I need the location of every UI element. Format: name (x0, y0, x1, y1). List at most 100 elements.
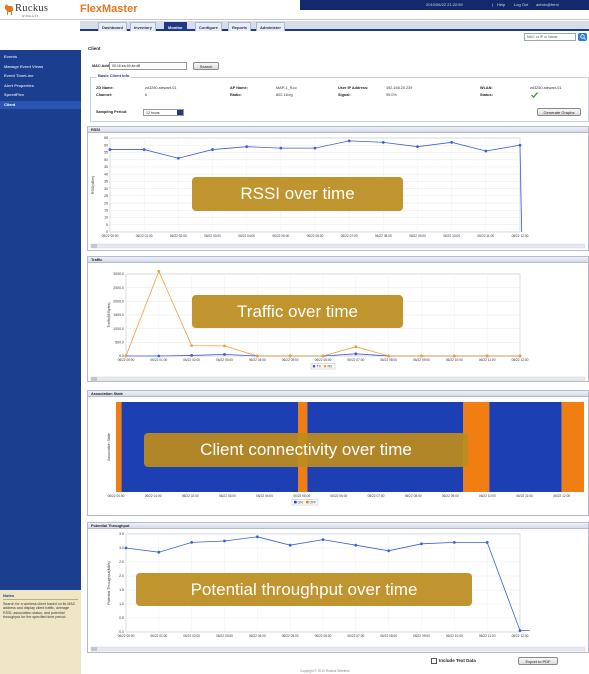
ruckus-dog-icon (5, 4, 13, 15)
x-tick-label: 06/22 03:00 (216, 358, 233, 362)
traffic-overlay-caption: Traffic over time (192, 295, 403, 328)
x-tick-label: 06/22 07:00 (347, 358, 364, 362)
sidebar-item-event-timeline[interactable]: Event TimeLine (0, 72, 81, 80)
horizontal-scrollbar (90, 376, 586, 382)
tab-reports[interactable]: Reports (228, 22, 252, 31)
sidebar-item-events[interactable]: Events (0, 53, 81, 61)
notes-title: Notes (3, 593, 78, 600)
ap-name-value: MAP-1_ff-cc (276, 86, 297, 90)
tab-inventory[interactable]: Inventory (130, 22, 157, 31)
y-tick-label: 15 (104, 209, 108, 213)
sidebar-item-client[interactable]: Client (0, 101, 81, 109)
x-tick-label: 06/22 02:00 (182, 494, 199, 498)
traffic-panel-title: Traffic (88, 257, 588, 263)
x-tick-label: 06/22 11:00 (478, 234, 495, 238)
data-point (450, 140, 454, 144)
horizontal-scrollbar (90, 646, 586, 652)
x-tick-label: 06/22 08:00 (405, 494, 422, 498)
scrollbar-thumb (91, 244, 97, 248)
data-point (321, 354, 325, 358)
data-point (223, 352, 226, 356)
data-point (190, 344, 194, 348)
data-point (347, 139, 351, 143)
sampling-period-label: Sampling Period: (96, 110, 128, 114)
x-tick-label: 06/22 08:00 (380, 358, 397, 362)
generate-graphs-button[interactable]: Generate Graphs (537, 108, 581, 116)
y-tick-label: 30 (104, 187, 108, 191)
status-label: Status: (480, 93, 493, 97)
data-point (288, 543, 292, 547)
help-link[interactable]: Help (497, 0, 505, 10)
tab-monitor[interactable]: Monitor (164, 22, 187, 31)
radio-label: Radio: (230, 93, 242, 97)
data-point (484, 149, 488, 153)
ruckus-logo[interactable]: Ruckus WIRELESS (3, 1, 71, 20)
client-search-button[interactable]: Search (193, 62, 219, 70)
data-point (223, 344, 226, 348)
x-tick-label: 06/22 02:00 (183, 358, 200, 362)
data-point (518, 629, 522, 632)
tab-dashboard[interactable]: Dashboard (98, 22, 127, 31)
legend-label: ON (298, 501, 304, 505)
data-point (279, 146, 283, 150)
x-tick-label: 06/22 00:00 (102, 234, 119, 238)
channel-label: Channel: (96, 93, 113, 97)
x-tick-label: 06/22 08:00 (380, 634, 397, 638)
user-link[interactable]: admin@ferni (536, 0, 559, 10)
x-tick-label: 06/22 09:00 (409, 234, 426, 238)
x-tick-label: 06/22 12:00 (553, 494, 570, 498)
data-point (211, 148, 214, 151)
x-tick-label: 06/22 01:00 (150, 358, 167, 362)
legend-label: RX (328, 365, 334, 369)
data-point (142, 148, 146, 151)
sidebar-item-manage-event-views[interactable]: Manage Event Views (0, 63, 81, 71)
user-ip-value: 192.168.20.239 (386, 86, 413, 90)
copyright-text: Copyright © 2010 Ruckus Wireless (300, 669, 350, 673)
x-tick-label: 06/22 05:00 (272, 234, 289, 238)
global-search-input[interactable]: MAC or IP or Name (524, 33, 576, 41)
data-point (108, 148, 112, 151)
flexmaster-app: Ruckus WIRELESS FlexMaster 2010/06/22 21… (0, 0, 589, 674)
data-point (288, 354, 292, 358)
x-tick-label: 06/22 10:00 (479, 494, 496, 498)
legend-marker (323, 364, 327, 368)
logout-link[interactable]: Log Out (514, 0, 528, 10)
sidebar-item-alert-properties[interactable]: Alert Properties (0, 82, 81, 90)
data-point (157, 354, 161, 358)
tab-configure[interactable]: Configure (195, 22, 222, 31)
search-button[interactable] (578, 33, 587, 41)
server-time: 2010/06/22 21:22:59 (426, 2, 463, 7)
include-text-data-checkbox[interactable] (431, 658, 437, 664)
search-icon (579, 34, 586, 40)
data-point (190, 354, 194, 357)
scrollbar-thumb (91, 647, 97, 651)
x-tick-label: 06/22 08:00 (375, 234, 392, 238)
y-tick-label: 20 (104, 201, 108, 205)
state-segment-on (489, 402, 562, 492)
x-tick-label: 06/22 01:00 (150, 634, 167, 638)
main-nav: Dashboard Inventory Monitor Configure Re… (80, 21, 589, 31)
throughput-overlay-caption: Potential throughput over time (136, 573, 472, 606)
x-tick-label: 06/22 02:00 (183, 634, 200, 638)
data-point (124, 546, 128, 550)
tab-administer[interactable]: Administer (256, 22, 285, 31)
x-tick-label: 06/22 11:00 (516, 494, 533, 498)
x-tick-label: 06/22 07:00 (368, 494, 385, 498)
y-axis-label: Potential Throughput(Mb/s) (107, 561, 111, 604)
y-tick-label: 3.0 (119, 546, 124, 550)
sidebar-item-speedflex[interactable]: SpeedFlex (0, 91, 81, 99)
data-point (321, 538, 325, 541)
wlan-value: zd3250-stewart-01 (530, 86, 562, 90)
mac-address-input[interactable]: 00:16:ea:49:4e:d8 (109, 62, 187, 70)
y-axis-label: RSSI(dBm) (91, 176, 95, 194)
data-point (245, 145, 249, 149)
y-tick-label: 1.5 (119, 588, 124, 592)
export-pdf-button[interactable]: Export to PDF (518, 657, 558, 665)
x-tick-label: 06/22 05:00 (282, 634, 299, 638)
data-point (354, 345, 358, 349)
sampling-period-select[interactable]: 12 hours (143, 109, 184, 116)
logo-subtitle: WIRELESS (22, 15, 39, 18)
throughput-panel-title: Potential Throughput (88, 523, 588, 529)
notes-body: Search for a wireless client based on it… (3, 602, 76, 620)
logo-wordmark: Ruckus (15, 3, 49, 14)
